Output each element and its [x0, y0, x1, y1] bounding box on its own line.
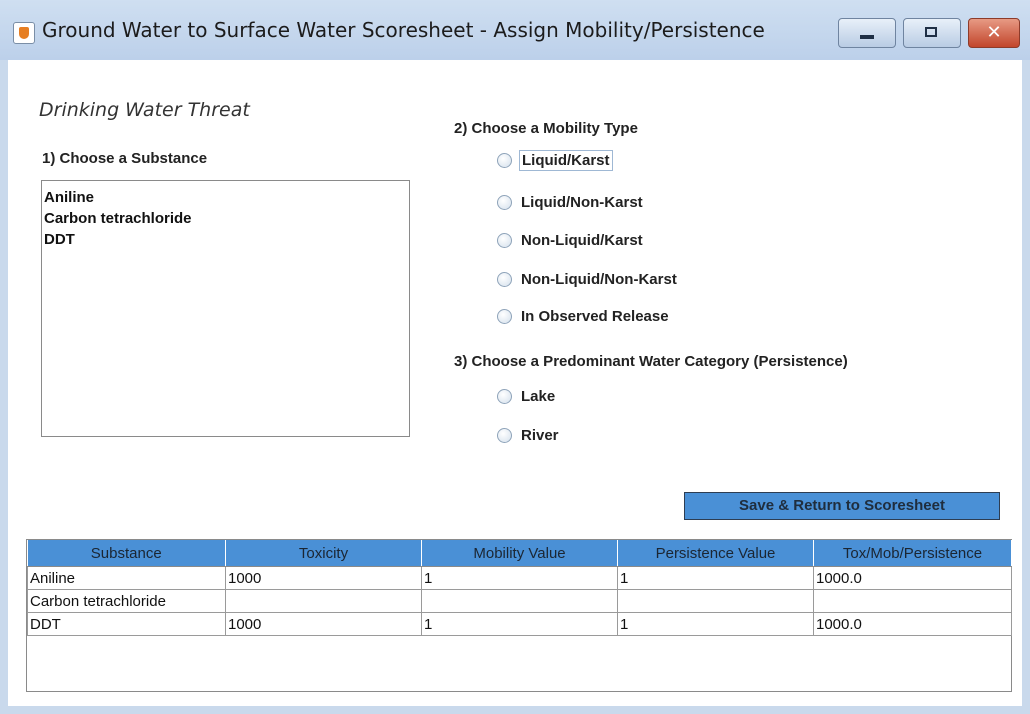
table-cell[interactable]	[617, 589, 814, 613]
radio-liquid-non-karst[interactable]: Liquid/Non-Karst	[497, 190, 645, 214]
table-row[interactable]: Carbon tetrachloride	[27, 589, 1012, 613]
radio-label[interactable]: Non-Liquid/Karst	[519, 231, 645, 250]
table-cell[interactable]: 1000.0	[813, 566, 1012, 590]
table-cell[interactable]: 1	[617, 566, 814, 590]
radio-label[interactable]: Non-Liquid/Non-Karst	[519, 270, 679, 289]
radio-button[interactable]	[497, 427, 512, 443]
window-title: Ground Water to Surface Water Scoresheet…	[42, 18, 765, 42]
radio-label[interactable]: Liquid/Non-Karst	[519, 193, 645, 212]
table-cell[interactable]	[225, 589, 422, 613]
table-cell[interactable]: Carbon tetrachloride	[27, 589, 226, 613]
table-cell[interactable]: 1	[617, 612, 814, 636]
maximize-icon	[925, 27, 937, 37]
radio-label[interactable]: Liquid/Karst	[519, 149, 613, 171]
table-cell[interactable]: 1000	[225, 566, 422, 590]
close-icon: ✕	[986, 22, 1002, 43]
substance-listbox[interactable]: Aniline Carbon tetrachloride DDT	[41, 180, 410, 437]
minimize-button[interactable]	[838, 18, 896, 48]
radio-button[interactable]	[497, 388, 512, 404]
table-cell[interactable]: Aniline	[27, 566, 226, 590]
radio-button[interactable]	[497, 152, 512, 168]
table-cell[interactable]: 1	[421, 612, 618, 636]
column-header[interactable]: Tox/Mob/Persistence	[813, 540, 1012, 567]
radio-lake[interactable]: Lake	[497, 384, 557, 408]
list-item[interactable]: Aniline	[42, 187, 409, 208]
minimize-icon	[860, 35, 874, 39]
client-area: Drinking Water Threat 1) Choose a Substa…	[8, 60, 1022, 706]
table-cell[interactable]: 1000	[225, 612, 422, 636]
mobility-label: 2) Choose a Mobility Type	[454, 120, 638, 137]
column-header[interactable]: Mobility Value	[421, 540, 618, 567]
table-row[interactable]: Aniline 1000 1 1 1000.0	[27, 566, 1012, 590]
results-table[interactable]: Substance Toxicity Mobility Value Persis…	[26, 539, 1012, 692]
maximize-button[interactable]	[903, 18, 961, 48]
radio-non-liquid-non-karst[interactable]: Non-Liquid/Non-Karst	[497, 267, 679, 291]
radio-in-observed-release[interactable]: In Observed Release	[497, 304, 671, 328]
save-return-button[interactable]: Save & Return to Scoresheet	[684, 492, 1000, 520]
java-cup-icon	[13, 22, 35, 44]
column-header[interactable]: Substance	[27, 540, 226, 567]
section-heading: Drinking Water Threat	[39, 99, 250, 121]
column-header[interactable]: Toxicity	[225, 540, 422, 567]
substance-label: 1) Choose a Substance	[42, 150, 208, 167]
radio-liquid-karst[interactable]: Liquid/Karst	[497, 148, 613, 172]
radio-label[interactable]: Lake	[519, 387, 557, 406]
table-cell[interactable]	[421, 589, 618, 613]
radio-river[interactable]: River	[497, 423, 561, 447]
radio-button[interactable]	[497, 271, 512, 287]
radio-label[interactable]: In Observed Release	[519, 307, 671, 326]
persistence-label: 3) Choose a Predominant Water Category (…	[454, 353, 848, 370]
table-cell[interactable]: 1000.0	[813, 612, 1012, 636]
column-header[interactable]: Persistence Value	[617, 540, 814, 567]
close-button[interactable]: ✕	[968, 18, 1020, 48]
table-cell[interactable]: DDT	[27, 612, 226, 636]
radio-label[interactable]: River	[519, 426, 561, 445]
application-window: Ground Water to Surface Water Scoresheet…	[0, 0, 1030, 714]
table-row[interactable]: DDT 1000 1 1 1000.0	[27, 612, 1012, 636]
list-item[interactable]: DDT	[42, 229, 409, 250]
table-cell[interactable]	[813, 589, 1012, 613]
table-header-row: Substance Toxicity Mobility Value Persis…	[27, 540, 1012, 567]
table: Substance Toxicity Mobility Value Persis…	[27, 540, 1012, 636]
list-item[interactable]: Carbon tetrachloride	[42, 208, 409, 229]
table-cell[interactable]: 1	[421, 566, 618, 590]
radio-button[interactable]	[497, 232, 512, 248]
radio-non-liquid-karst[interactable]: Non-Liquid/Karst	[497, 228, 645, 252]
radio-button[interactable]	[497, 308, 512, 324]
radio-button[interactable]	[497, 194, 512, 210]
title-bar[interactable]: Ground Water to Surface Water Scoresheet…	[0, 0, 1030, 60]
